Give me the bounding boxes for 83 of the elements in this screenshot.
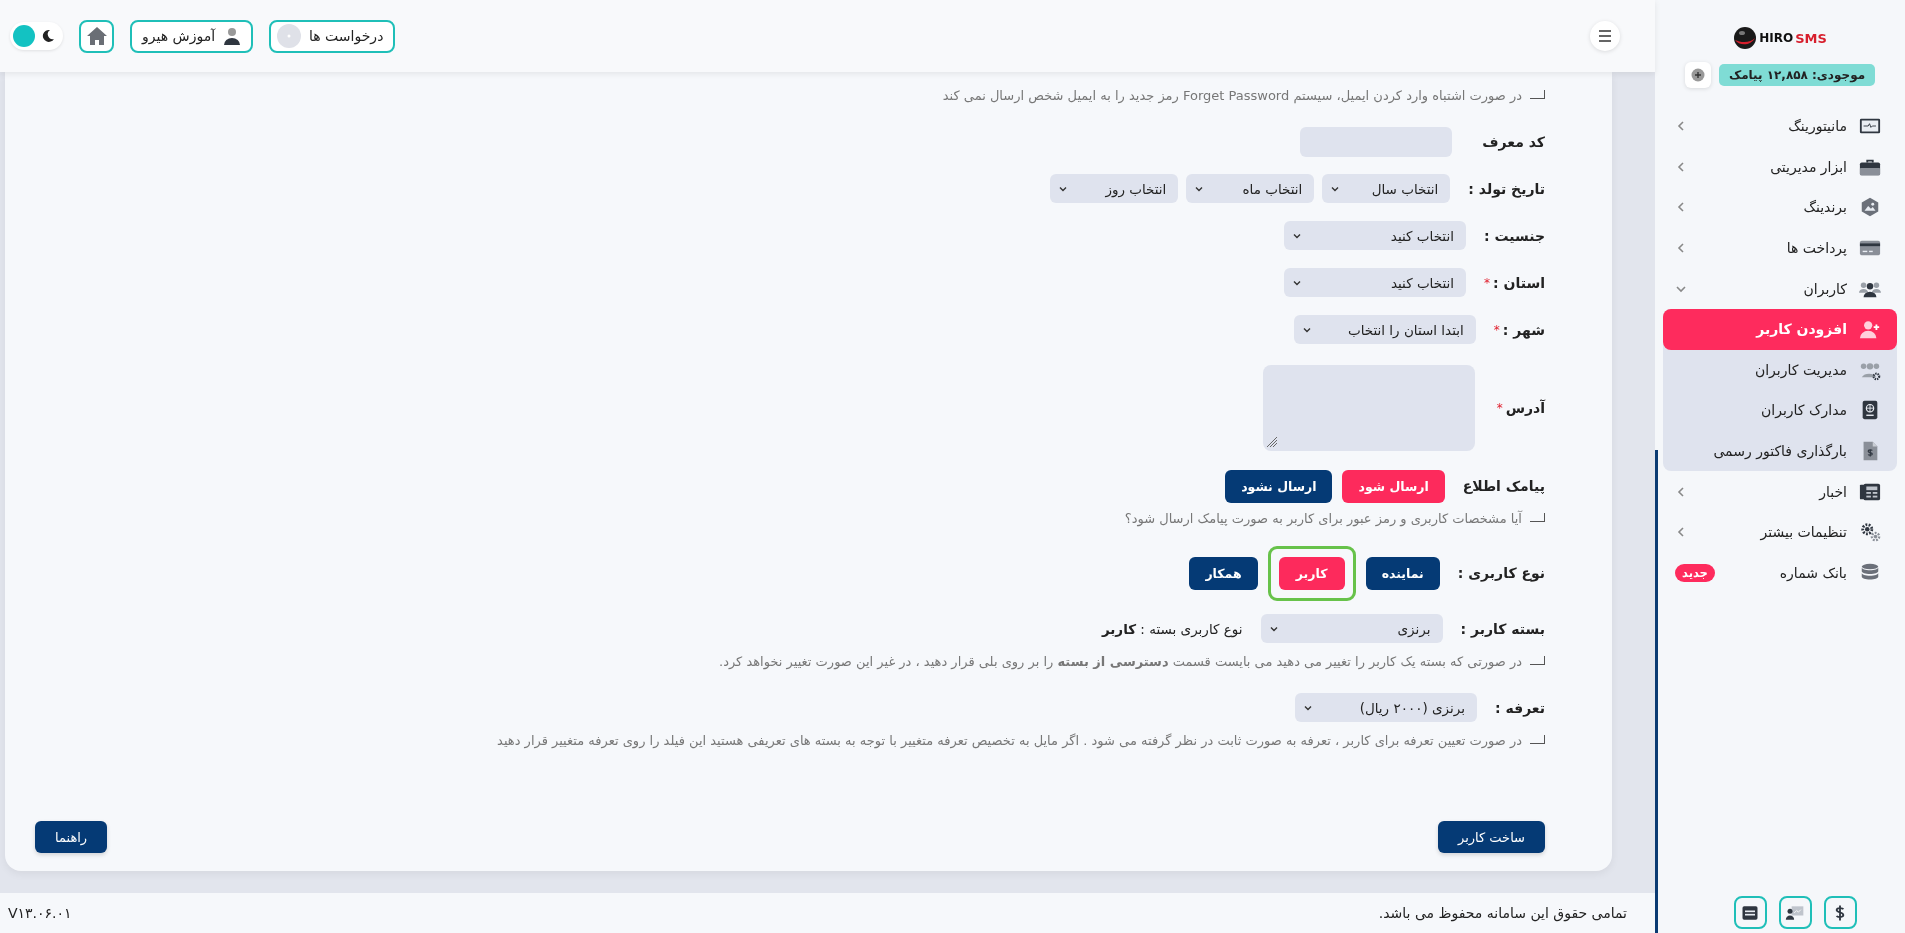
menu-icon [1598, 30, 1612, 42]
avatar-icon [277, 24, 301, 48]
dropdown[interactable]: انتخاب سال [1322, 174, 1451, 203]
required-asterisk: * [1493, 322, 1500, 337]
note-mark-icon [1530, 735, 1545, 744]
field-label: کد معرف [1482, 133, 1545, 150]
field-label: بسته کاربر : [1460, 620, 1545, 637]
dropdown[interactable]: برنزی (۲۰۰۰ ریال) [1295, 693, 1477, 722]
required-asterisk: * [1484, 275, 1491, 290]
field-label: پیامک اطلاع [1462, 478, 1545, 494]
field-label: شهر : [1502, 321, 1545, 338]
sidebar-item[interactable]: تنظیمات بیشتر [1663, 511, 1897, 553]
logo-text: HIRO [1759, 31, 1794, 45]
chevron-left-icon [1675, 485, 1687, 498]
submenu-item[interactable]: افزودن کاربر [1663, 308, 1897, 350]
logo-text: SMS [1795, 30, 1827, 46]
version-text: V۱۳.۰۶.۰۱ [8, 905, 72, 921]
toolbar-button[interactable] [1823, 896, 1857, 929]
user-icon [223, 27, 241, 45]
hint-text: آیا مشخصات کاربری و رمز عبور برای کاربر به صورت پیامک ارسال شود؟ [1124, 511, 1522, 526]
sidebar-item[interactable]: ابزار مدیریتی [1663, 146, 1897, 188]
balance-badge: موجودی: ۱۲,۸۵۸ پیامک [1718, 64, 1876, 86]
option-button[interactable]: ارسال شود [1342, 469, 1445, 503]
hint-text: در صورت اشتباه وارد کردن ایمیل، سیستم Forget Password رمز جدید را به ایمیل شخص ارسال نمی کند [942, 88, 1522, 103]
field-label: نوع کاربری : [1457, 565, 1545, 581]
field-label: استان : [1493, 274, 1545, 291]
submenu-item[interactable]: بارگذاری فاکتور رسمی [1663, 430, 1897, 472]
option-button[interactable]: همکار [1189, 556, 1258, 590]
toolbar-button[interactable] [1733, 896, 1767, 929]
resize-grip-icon[interactable] [1265, 436, 1278, 448]
chevron-left-icon [1675, 120, 1687, 133]
menu-button[interactable] [1590, 21, 1620, 51]
dropdown[interactable]: انتخاب کنید [1284, 268, 1467, 297]
sidebar-item[interactable]: پرداخت ها [1663, 227, 1897, 269]
package-info: نوع کاربری بسته : کاربر [1101, 620, 1243, 637]
dropdown[interactable]: برنزی [1260, 614, 1443, 643]
field-label: آدرس [1505, 400, 1545, 416]
add-credit-button[interactable] [1684, 62, 1711, 88]
address-field[interactable] [1262, 365, 1475, 451]
chevron-left-icon [1675, 242, 1687, 255]
dropdown[interactable]: ابتدا استان را انتخاب [1293, 315, 1476, 344]
user-plus-icon [1859, 318, 1881, 341]
moon-icon [41, 29, 55, 43]
dropdown[interactable]: انتخاب ماه [1186, 174, 1315, 203]
option-button[interactable]: ارسال نشود [1225, 469, 1333, 503]
hint-text: در صورتی که بسته یک کاربر را تغییر می دهید می بایست قسمت دسترسی از بسته را بر روی بلی قرار دهید ، در غیر این صورت تغییر نخواهد کرد. [719, 654, 1522, 669]
sidebar-item[interactable]: کاربران [1663, 268, 1897, 309]
sidebar-item[interactable]: اخبار [1663, 471, 1897, 512]
hint-text: در صورت تعیین تعرفه برای کاربر ، تعرفه به صورت ثابت در نظر گرفته می شود . اگر مایل به تخصیص تعرفه متغییر با توجه به بسته های تعریفی هستید این فیلد را روی تعرفه متغییر قرار دهید [497, 733, 1522, 748]
create-user-button[interactable]: ساخت کاربر [1438, 821, 1545, 853]
option-button[interactable]: کاربر [1278, 556, 1345, 590]
plus-icon [1690, 68, 1705, 82]
field-label: تعرفه : [1495, 699, 1545, 716]
note-mark-icon [1530, 90, 1545, 99]
hexagon-image-icon [1859, 196, 1881, 219]
submenu-item[interactable]: مدیریت کاربران [1663, 349, 1897, 391]
dropdown[interactable]: انتخاب روز [1050, 174, 1179, 203]
requests-button[interactable]: درخواست ها [269, 19, 396, 53]
dropdown[interactable]: انتخاب کنید [1283, 221, 1466, 250]
home-button[interactable] [79, 19, 114, 53]
home-icon [85, 26, 108, 46]
note-mark-icon [1530, 513, 1545, 522]
chevron-left-icon [1675, 160, 1687, 173]
help-button[interactable]: راهنما [35, 821, 108, 853]
chevron-left-icon [1675, 201, 1687, 214]
field-label: جنسیت : [1483, 227, 1545, 244]
logo-sphere-icon [1733, 26, 1758, 50]
sidebar-item[interactable]: بانک شماره جدید [1663, 552, 1897, 594]
theme-toggle[interactable] [10, 22, 63, 50]
submenu-item[interactable]: مدارک کاربران [1663, 390, 1897, 431]
sidebar-item[interactable]: مانیتورینگ [1663, 106, 1897, 147]
toolbar-button[interactable] [1778, 896, 1812, 929]
tutorial-button[interactable]: آموزش هیرو [130, 19, 253, 53]
scrollbar-thumb[interactable] [1655, 450, 1658, 933]
sidebar-item[interactable]: برندینگ [1663, 187, 1897, 228]
required-asterisk: * [1496, 401, 1503, 415]
option-button[interactable]: نماینده [1365, 556, 1440, 590]
copyright-text: تمامی حقوق این سامانه محفوظ می باشد. [1378, 905, 1627, 921]
chevron-left-icon [1675, 526, 1687, 539]
new-badge: جدید [1675, 563, 1715, 582]
gears-icon [1859, 521, 1881, 544]
note-mark-icon [1530, 656, 1545, 665]
field-label: تاریخ تولد : [1468, 180, 1545, 197]
